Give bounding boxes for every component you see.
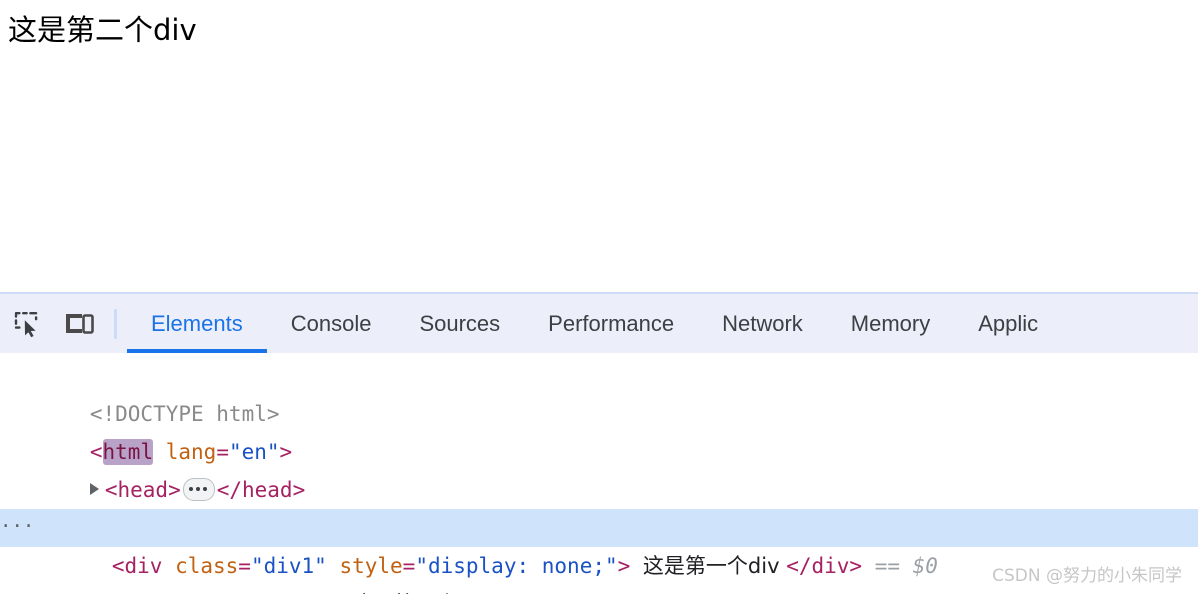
browser-page-viewport: 这是第二个div [0, 0, 1198, 292]
dom-row-head[interactable]: <head> </head> [0, 433, 1198, 502]
tab-memory[interactable]: Memory [827, 294, 954, 353]
dom-row-html[interactable]: <html lang="en"> [0, 395, 1198, 465]
tab-application[interactable]: Applic [954, 294, 1062, 353]
tab-sources[interactable]: Sources [395, 294, 524, 353]
dom-row-doctype[interactable]: <!DOCTYPE html> [0, 357, 1198, 426]
tab-sources-label: Sources [419, 310, 501, 336]
tab-elements-label: Elements [151, 310, 243, 336]
devtools-tab-bar: Elements Console Sources Performance Net… [127, 294, 1198, 353]
tab-console[interactable]: Console [267, 294, 396, 353]
devtools-toolbar: Elements Console Sources Performance Net… [0, 294, 1198, 353]
tab-memory-label: Memory [850, 310, 931, 336]
dom-row-div1[interactable]: ··· <div class="div1" style="display: non… [0, 509, 1198, 578]
csdn-watermark: CSDN @努力的小朱同学 [992, 566, 1182, 586]
row-overflow-dots-icon[interactable]: ··· [0, 509, 34, 547]
toolbar-separator [114, 308, 117, 339]
page-div2-text: 这是第二个div [8, 13, 197, 47]
tab-performance[interactable]: Performance [524, 294, 698, 353]
tab-elements[interactable]: Elements [127, 294, 267, 353]
tab-network-label: Network [722, 310, 803, 336]
dom-tree[interactable]: <!DOCTYPE html> <html lang="en"> <head> <… [0, 353, 1198, 594]
dom-row-body[interactable]: <body> [0, 471, 1198, 540]
device-toolbar-icon[interactable] [56, 301, 102, 347]
devtools-panel: Elements Console Sources Performance Net… [0, 292, 1198, 594]
tab-console-label: Console [290, 310, 372, 336]
tab-application-label: Applic [978, 310, 1039, 336]
tab-network[interactable]: Network [698, 294, 827, 353]
tab-performance-label: Performance [548, 310, 675, 336]
inspect-element-icon[interactable] [5, 301, 51, 347]
